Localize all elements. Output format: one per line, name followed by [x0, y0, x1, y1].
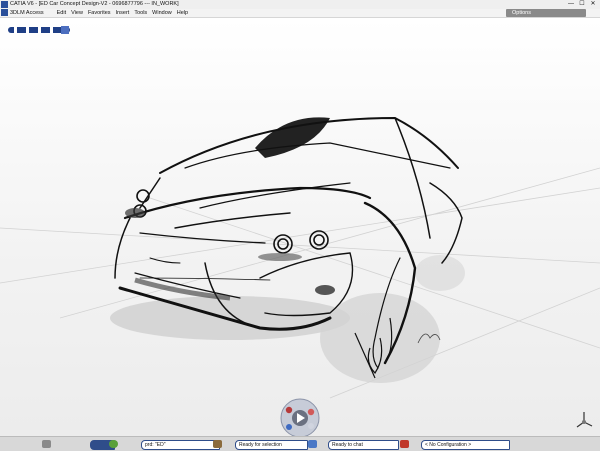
- menu-view[interactable]: View: [71, 9, 88, 17]
- menu-favorites[interactable]: Favorites: [88, 9, 116, 17]
- close-button[interactable]: ✕: [589, 1, 597, 7]
- menu-edit[interactable]: Edit: [57, 9, 71, 17]
- 3dlm-icon[interactable]: [1, 9, 8, 16]
- car-sketch: [0, 116, 600, 399]
- menu-help[interactable]: Help: [177, 9, 193, 17]
- window-controls: — ☐ ✕: [567, 1, 597, 7]
- menu-insert[interactable]: Insert: [116, 9, 135, 17]
- menu-3dlm-access[interactable]: 3DLM Access: [10, 9, 57, 17]
- online-icon: [109, 440, 118, 448]
- axis-icon[interactable]: [574, 410, 594, 430]
- menu-window[interactable]: Window: [152, 9, 177, 17]
- minimize-button[interactable]: —: [567, 1, 575, 7]
- search-icon[interactable]: [42, 440, 51, 448]
- chat-icon[interactable]: [308, 440, 317, 448]
- selection-icon: [213, 440, 222, 448]
- catia-logo-icon: [1, 1, 8, 8]
- config-icon[interactable]: [400, 440, 409, 448]
- menu-items: 3DLM Access Edit View Favorites Insert T…: [10, 9, 193, 17]
- navigation-widget[interactable]: [280, 398, 320, 438]
- options-button[interactable]: Options: [506, 9, 586, 17]
- product-field[interactable]: prd: "ED": [141, 440, 220, 450]
- 3d-viewport[interactable]: [0, 18, 600, 436]
- compass-icon[interactable]: [8, 24, 70, 36]
- status-bar: prd: "ED" Ready for selection Ready to c…: [0, 436, 600, 451]
- maximize-button[interactable]: ☐: [578, 1, 586, 7]
- chat-status: Ready to chat: [328, 440, 399, 450]
- window-title: CATIA V6 - [ED Car Concept Design-V2 - 0…: [10, 1, 179, 7]
- configuration-selector[interactable]: < No Configuration >: [421, 440, 510, 450]
- selection-status: Ready for selection: [235, 440, 308, 450]
- menu-tools[interactable]: Tools: [134, 9, 152, 17]
